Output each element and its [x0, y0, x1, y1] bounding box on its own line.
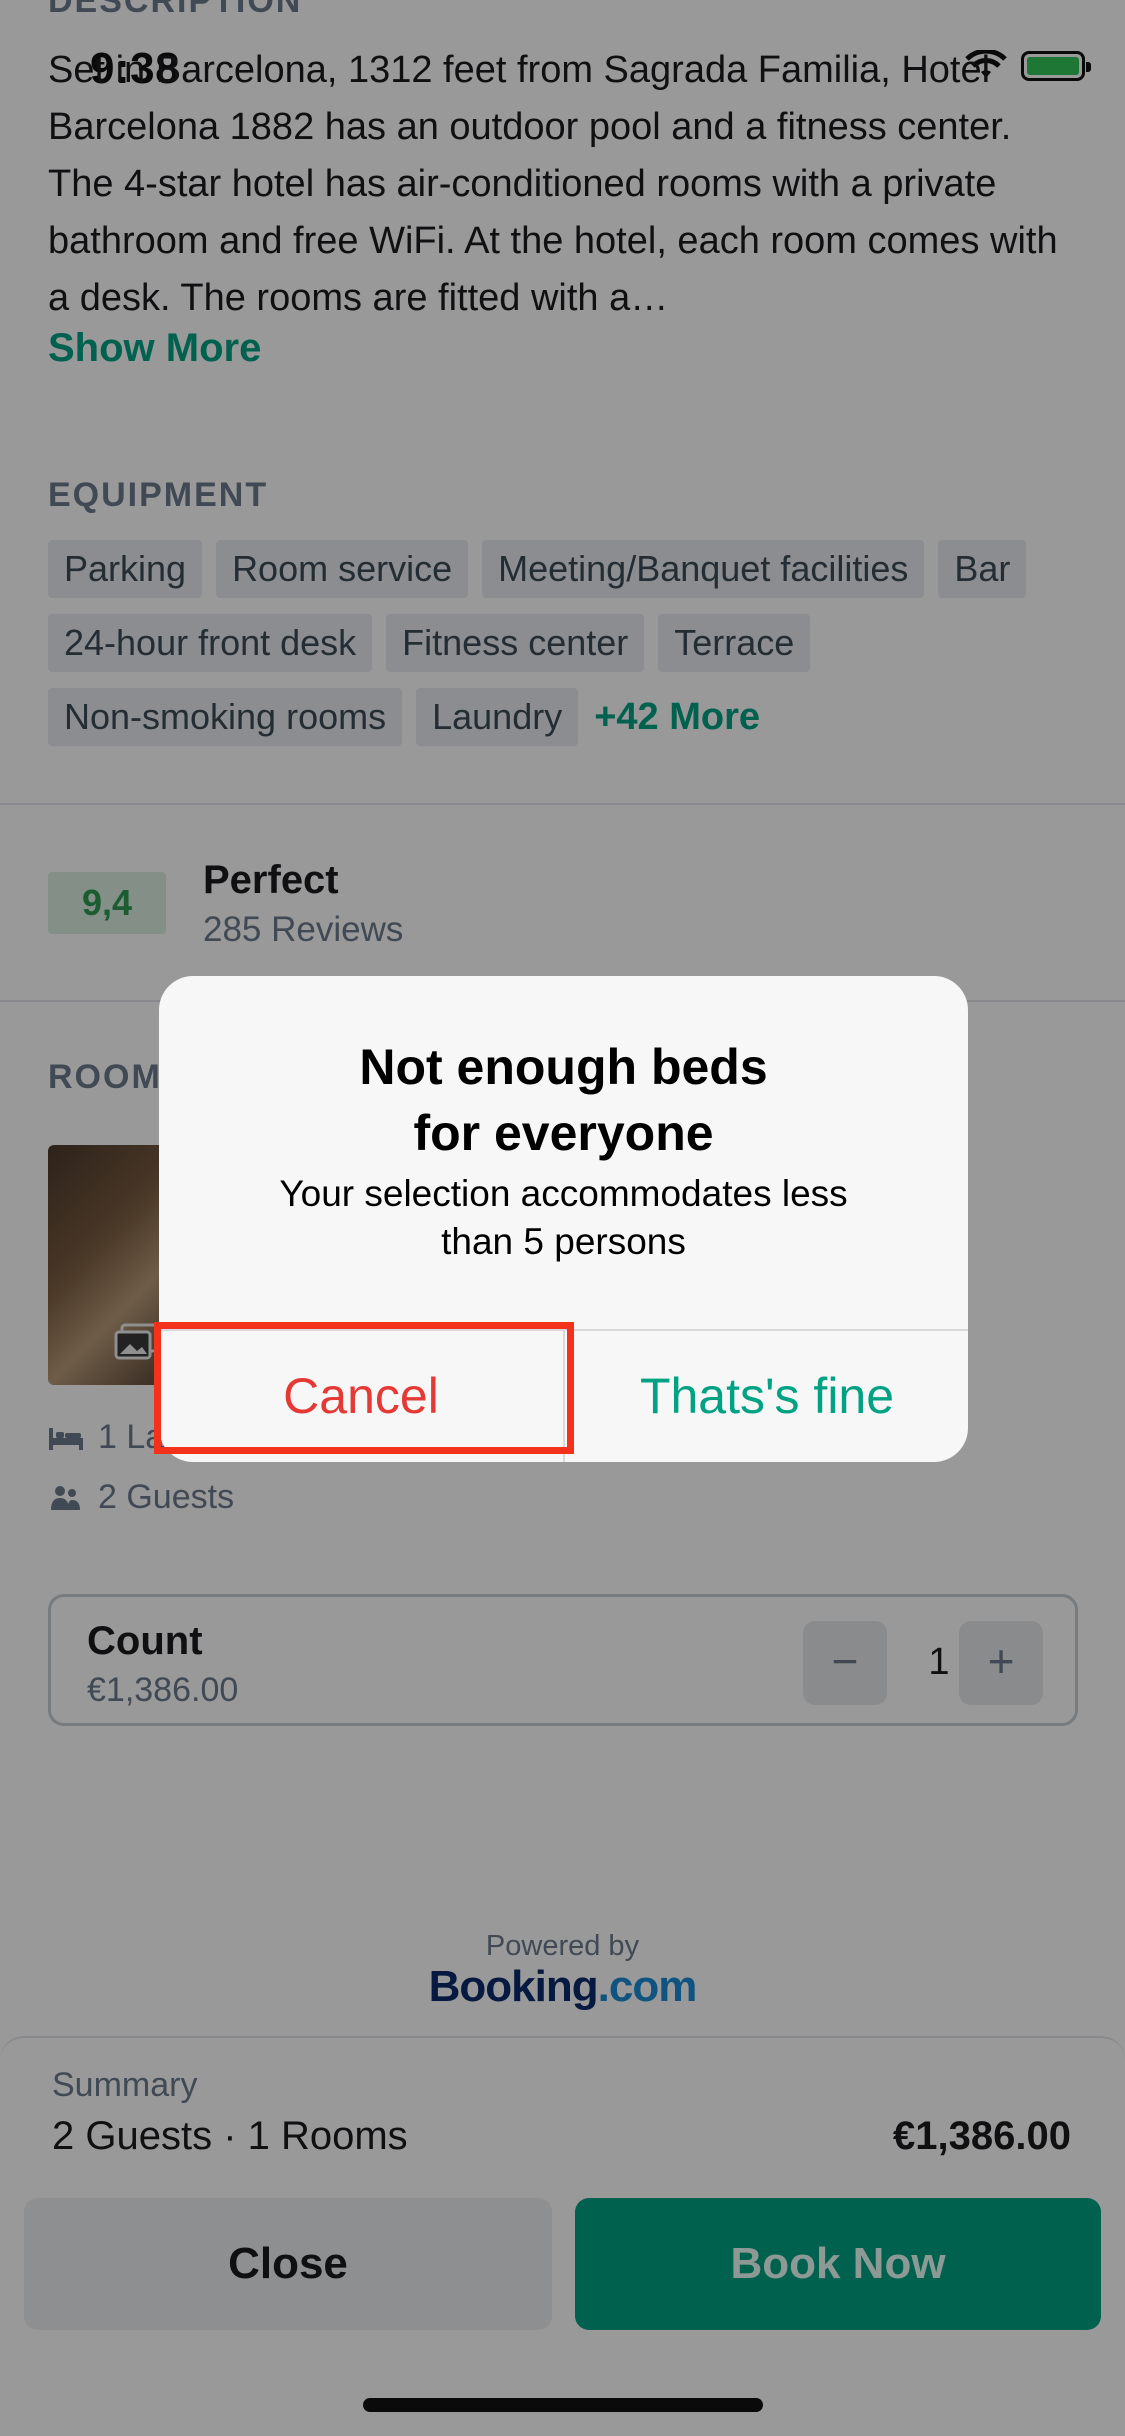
- alert-confirm-button[interactable]: Thats's fine: [565, 1331, 968, 1462]
- alert-message: Your selection accommodates less than 5 …: [279, 1173, 848, 1262]
- alert-title: Not enough beds for everyone: [359, 1039, 768, 1161]
- hotel-detail-page: 9:38 DESCRIPTION Set in Barcelona, 1312 …: [0, 0, 1125, 2436]
- cancel-highlight-box: [154, 1322, 574, 1454]
